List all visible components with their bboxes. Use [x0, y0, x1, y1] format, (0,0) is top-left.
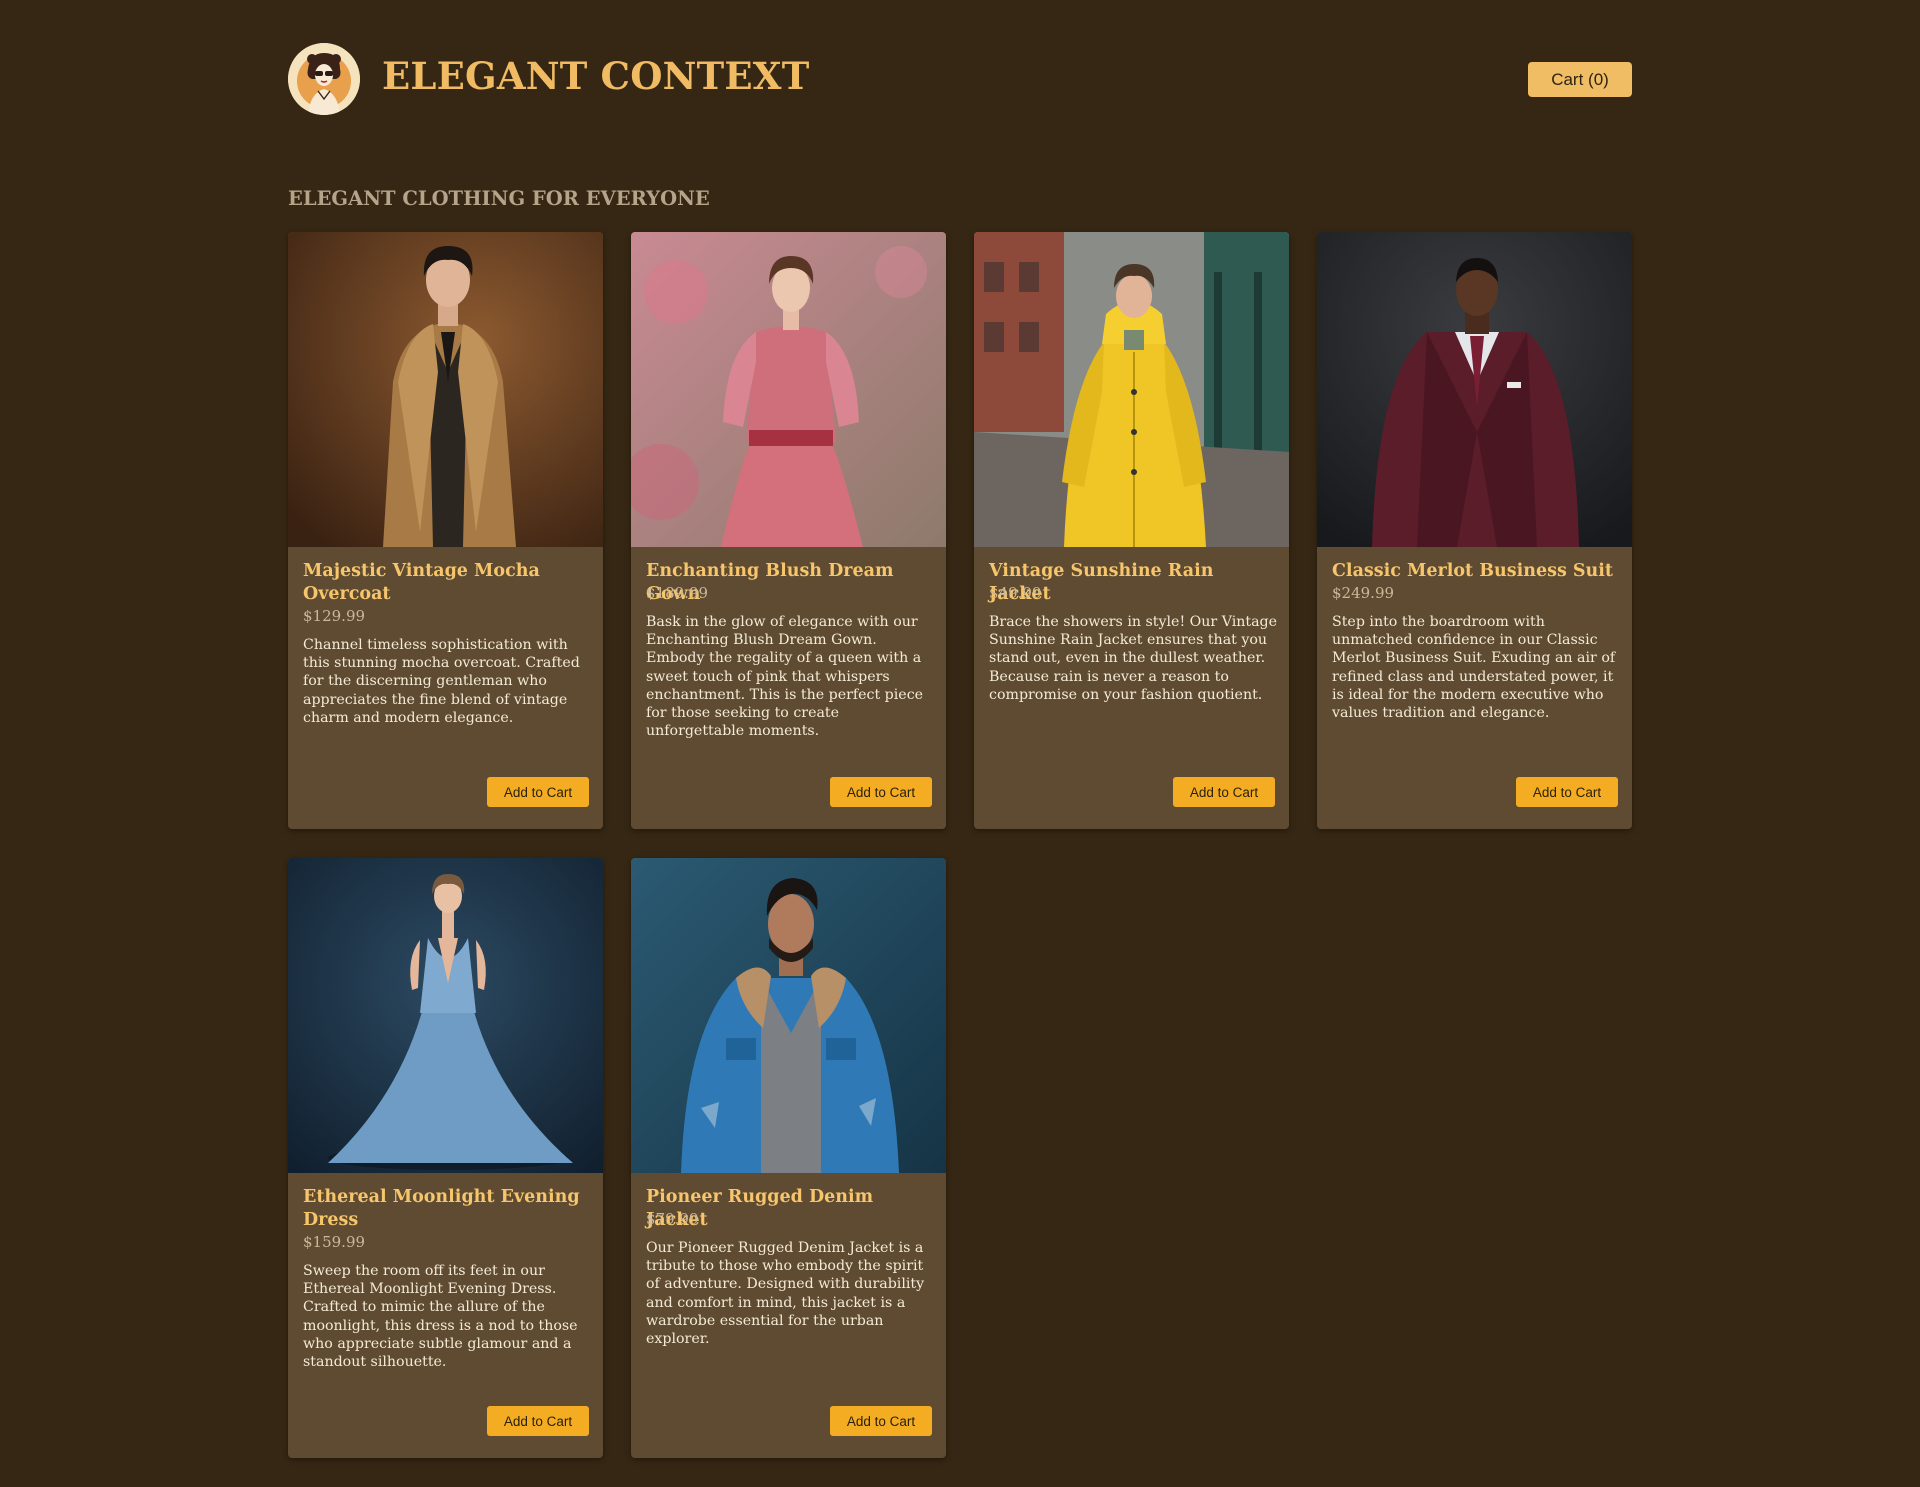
product-card: Vintage Sunshine Rain Jacket $49.99 Brac… — [974, 232, 1289, 829]
product-title[interactable]: Ethereal Moonlight Evening Dress — [303, 1186, 593, 1232]
brand-logo[interactable] — [288, 43, 360, 115]
product-card: Pioneer Rugged Denim Jacket $79.99 Our P… — [631, 858, 946, 1458]
add-to-cart-button[interactable]: Add to Cart — [830, 777, 932, 807]
add-to-cart-button[interactable]: Add to Cart — [1516, 777, 1618, 807]
cart-button[interactable]: Cart (0) — [1528, 62, 1632, 97]
product-price: $159.99 — [303, 1233, 366, 1251]
product-image[interactable] — [974, 232, 1289, 547]
add-to-cart-button[interactable]: Add to Cart — [1173, 777, 1275, 807]
site-header: ELEGANT CONTEXT Cart (0) — [288, 43, 1632, 115]
product-description: Channel timeless sophistication with thi… — [303, 637, 580, 726]
add-to-cart-button[interactable]: Add to Cart — [487, 1406, 589, 1436]
product-card: Enchanting Blush Dream Gown $189.99 Bask… — [631, 232, 946, 829]
product-image[interactable] — [288, 858, 603, 1173]
brand-title[interactable]: ELEGANT CONTEXT — [382, 51, 809, 101]
product-description: Our Pioneer Rugged Denim Jacket is a tri… — [646, 1240, 925, 1348]
product-price: $79.99 — [646, 1210, 699, 1228]
product-image[interactable] — [631, 858, 946, 1173]
product-price: $129.99 — [303, 607, 366, 625]
product-title[interactable]: Majestic Vintage Mocha Overcoat — [303, 560, 593, 606]
product-description: Brace the showers in style! Our Vintage … — [989, 614, 1278, 703]
product-card: Classic Merlot Business Suit $249.99 Ste… — [1317, 232, 1632, 829]
add-to-cart-button[interactable]: Add to Cart — [830, 1406, 932, 1436]
product-description: Bask in the glow of elegance with our En… — [646, 614, 924, 740]
product-description: Sweep the room off its feet in our Ether… — [303, 1263, 578, 1371]
product-price: $189.99 — [646, 584, 709, 602]
section-tagline: ELEGANT CLOTHING FOR EVERYONE — [288, 187, 710, 210]
product-image[interactable] — [1317, 232, 1632, 547]
product-image[interactable] — [288, 232, 603, 547]
product-card: Majestic Vintage Mocha Overcoat $129.99 … — [288, 232, 603, 829]
product-title[interactable]: Classic Merlot Business Suit — [1332, 560, 1622, 583]
add-to-cart-button[interactable]: Add to Cart — [487, 777, 589, 807]
product-price: $49.99 — [989, 584, 1042, 602]
product-description: Step into the boardroom with unmatched c… — [1332, 614, 1616, 722]
product-image[interactable] — [631, 232, 946, 547]
product-card: Ethereal Moonlight Evening Dress $159.99… — [288, 858, 603, 1458]
product-price: $249.99 — [1332, 584, 1395, 602]
